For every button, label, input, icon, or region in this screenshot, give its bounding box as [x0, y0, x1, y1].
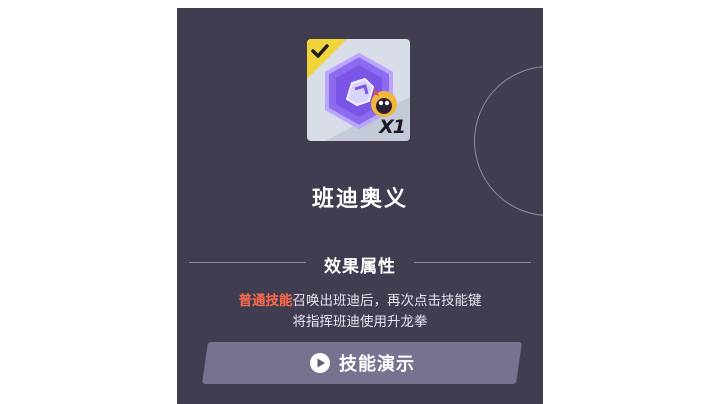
effects-line-2: 将指挥班迪使用升龙拳 — [292, 314, 428, 330]
normal-skill-highlight: 普通技能 — [238, 293, 293, 309]
skill-demo-button-label: 技能演示 — [339, 354, 415, 375]
skill-demo-button-content: 技能演示 — [309, 350, 415, 376]
skill-count: X1 — [379, 116, 406, 138]
skill-name: 班迪奥义 — [311, 187, 408, 212]
effects-description: 普通技能召唤出班迪后，再次点击技能键 将指挥班迪使用升龙拳 — [187, 291, 533, 333]
effects-line-1-text: 召唤出班迪后，再次点击技能键 — [292, 293, 482, 309]
play-circle-icon — [310, 353, 330, 373]
skill-card[interactable]: X1 — [307, 39, 410, 141]
divider-right — [414, 262, 531, 263]
equipped-check-icon — [307, 39, 347, 79]
skill-demo-button[interactable]: 技能演示 — [202, 342, 522, 384]
effects-line-1: 普通技能召唤出班迪后，再次点击技能键 — [187, 291, 533, 312]
effects-section-title: 效果属性 — [324, 257, 396, 277]
skill-detail-panel: X1 班迪奥义 效果属性 普通技能召唤出班迪后，再次点击技能键 将指挥班迪使用升… — [177, 8, 543, 404]
